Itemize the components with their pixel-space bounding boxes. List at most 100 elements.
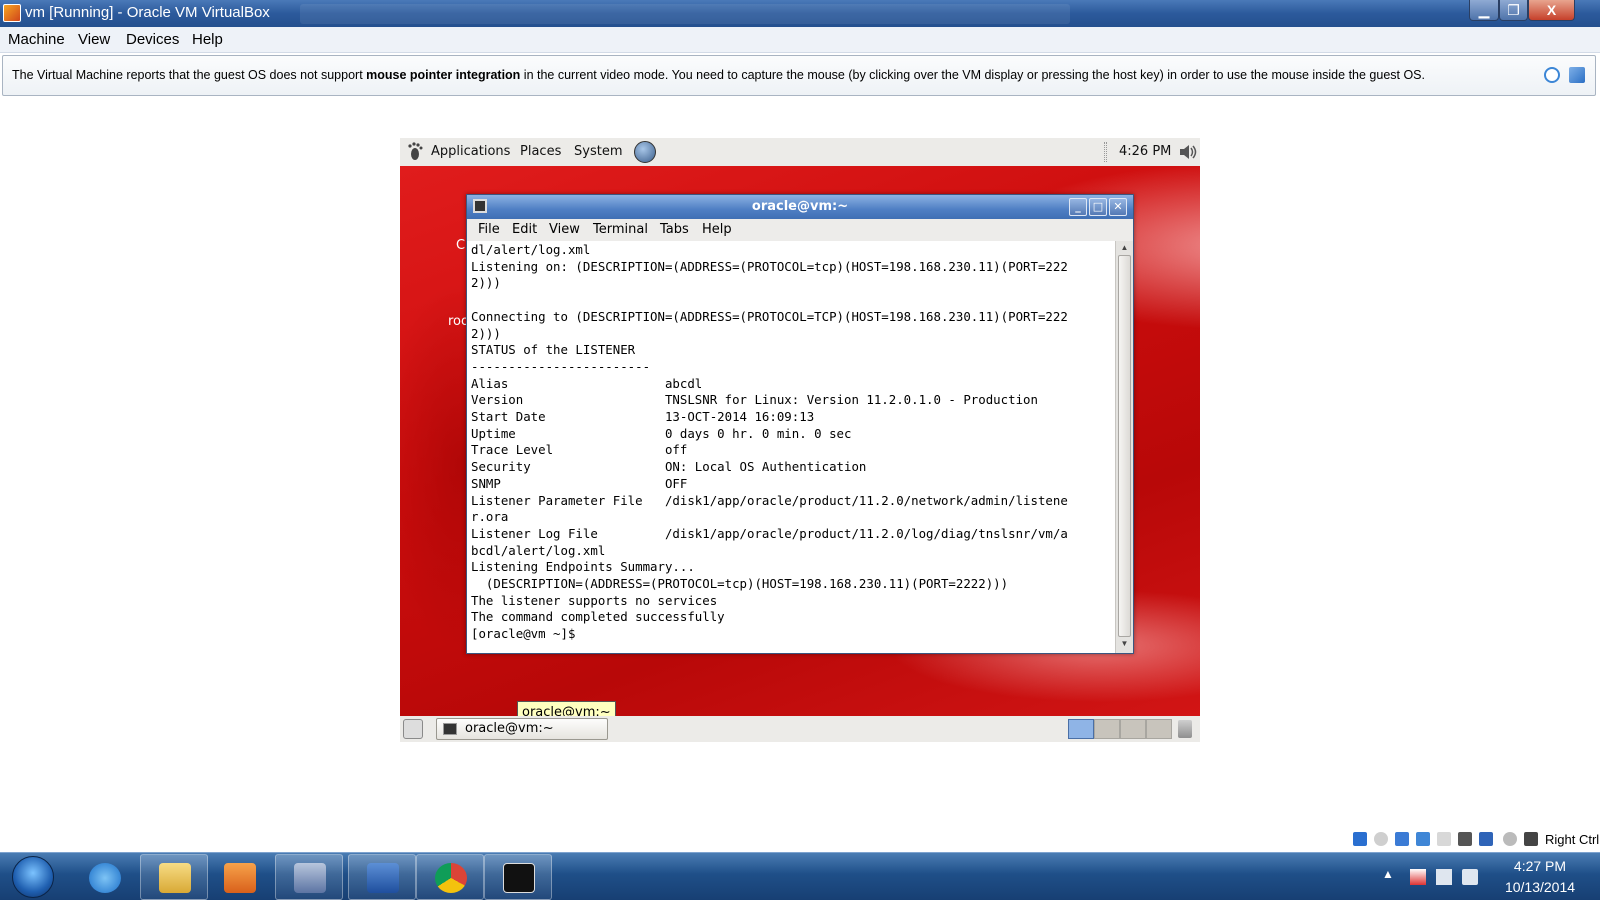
shared-folders-icon[interactable] [1437, 832, 1451, 846]
usb-icon[interactable] [1395, 832, 1409, 846]
minimize-button[interactable]: ▁ [1469, 0, 1499, 21]
panel-clock[interactable]: 4:26 PM [1119, 144, 1171, 159]
desktop-icon-label[interactable]: C [456, 238, 465, 253]
start-button[interactable] [12, 856, 54, 898]
optical-drive-icon[interactable] [1374, 832, 1388, 846]
terminal-title: oracle@vm:~ [751, 199, 849, 214]
volume-tray-icon[interactable] [1462, 869, 1478, 885]
terminal-line: Start Date 13-OCT-2014 16:09:13 [471, 409, 815, 425]
network-icon[interactable] [634, 141, 656, 163]
system-tray: ▲ 4:27 PM 10/13/2014 [1370, 853, 1600, 900]
menu-machine[interactable]: Machine [8, 31, 65, 48]
tray-date[interactable]: 10/13/2014 [1490, 879, 1590, 895]
host-menu-bar: Machine View Devices Help [0, 27, 1600, 53]
task-button-terminal[interactable]: oracle@vm:~ [436, 718, 608, 740]
terminal-maximize-icon[interactable]: □ [1089, 198, 1107, 216]
terminal-minimize-icon[interactable]: _ [1069, 198, 1087, 216]
panel-menu-system[interactable]: System [574, 144, 622, 159]
host-title-bar[interactable]: vm [Running] - Oracle VM VirtualBox ▁ ❐ … [0, 0, 1600, 27]
terminal-menu-help[interactable]: Help [702, 222, 732, 237]
mouse-integration-icon[interactable] [1503, 832, 1517, 846]
virtualbox-app-icon [3, 4, 21, 22]
mouse-integration-notification: The Virtual Machine reports that the gue… [2, 55, 1596, 96]
restore-button[interactable]: ❐ [1499, 0, 1528, 21]
virtualization-icon[interactable] [1479, 832, 1493, 846]
terminal-line: Alias abcdl [471, 375, 703, 391]
taskbar-internet-explorer[interactable] [70, 854, 138, 900]
workspace-1[interactable] [1068, 719, 1094, 739]
terminal-window[interactable]: oracle@vm:~ _ □ ✕ File Edit View Termina… [466, 194, 1134, 654]
terminal-line: The listener supports no services [471, 592, 718, 608]
terminal-scrollbar[interactable]: ▲ ▼ [1115, 241, 1133, 653]
show-desktop-icon[interactable] [403, 719, 423, 739]
terminal-line: dl/alert/log.xml [471, 242, 591, 257]
terminal-line: The command completed successfully [471, 609, 725, 625]
workspace-3[interactable] [1120, 719, 1146, 739]
vm-status-bar: Right Ctrl [1345, 830, 1600, 850]
taskbar-app[interactable] [484, 854, 552, 900]
workspace-4[interactable] [1146, 719, 1172, 739]
terminal-line: Trace Level off [471, 442, 688, 458]
terminal-close-icon[interactable]: ✕ [1109, 198, 1127, 216]
menu-help[interactable]: Help [192, 31, 223, 48]
hard-disk-icon[interactable] [1353, 832, 1367, 846]
volume-icon[interactable] [1178, 142, 1198, 162]
gnome-foot-icon[interactable] [407, 142, 423, 161]
windows-taskbar: ▲ 4:27 PM 10/13/2014 [0, 852, 1600, 900]
host-key-icon[interactable] [1524, 832, 1538, 846]
terminal-line: Uptime 0 days 0 hr. 0 min. 0 sec [471, 425, 852, 441]
terminal-line: 2))) [471, 275, 501, 291]
notification-text-bold: mouse pointer integration [366, 68, 521, 82]
scrollbar-thumb[interactable] [1118, 255, 1131, 637]
panel-menu-applications[interactable]: Applications [431, 144, 510, 159]
menu-view[interactable]: View [78, 31, 110, 48]
show-hidden-icons-icon[interactable]: ▲ [1382, 867, 1398, 883]
terminal-menu-bar: File Edit View Terminal Tabs Help [467, 219, 1133, 241]
terminal-line: [oracle@vm ~]$ [471, 626, 583, 642]
notification-close-icon[interactable] [1544, 67, 1560, 83]
notification-text-before: The Virtual Machine reports that the gue… [12, 68, 367, 82]
scroll-down-icon[interactable]: ▼ [1119, 639, 1130, 650]
close-button[interactable]: X [1528, 0, 1575, 21]
action-center-flag-icon[interactable] [1410, 869, 1426, 885]
terminal-line: bcdl/alert/log.xml [471, 542, 606, 558]
aero-glass-reflection [300, 4, 1070, 24]
scroll-up-icon[interactable]: ▲ [1119, 243, 1130, 254]
guest-desktop[interactable]: C roo oracle@vm:~ _ □ ✕ File Edit View T… [400, 166, 1200, 716]
terminal-menu-edit[interactable]: Edit [512, 222, 537, 237]
network-tray-icon[interactable] [1436, 869, 1452, 885]
terminal-menu-file[interactable]: File [478, 222, 500, 237]
terminal-line: ------------------------ [471, 358, 651, 374]
taskbar-media-player[interactable] [205, 854, 273, 900]
terminal-line: Listener Log File /disk1/app/oracle/prod… [471, 525, 1068, 541]
word-icon [367, 863, 399, 893]
trash-icon[interactable] [1178, 720, 1192, 738]
workspace-2[interactable] [1094, 719, 1120, 739]
terminal-output[interactable]: dl/alert/log.xml Listening on: (DESCRIPTI… [467, 241, 1115, 653]
terminal-line: (DESCRIPTION=(ADDRESS=(PROTOCOL=tcp)(HOS… [471, 576, 1009, 592]
terminal-line: Listener Parameter File /disk1/app/oracl… [471, 492, 1068, 508]
terminal-menu-terminal[interactable]: Terminal [593, 222, 648, 237]
notification-text-after: in the current video mode. You need to c… [520, 68, 1425, 82]
vm-display[interactable]: Applications Places System 4:26 PM C roo… [400, 138, 1200, 742]
gnome-bottom-panel: oracle@vm:~ [400, 716, 1200, 742]
network-adapter-icon[interactable] [1416, 832, 1430, 846]
terminal-line: SNMP OFF [471, 475, 688, 491]
taskbar-chrome[interactable] [416, 854, 484, 900]
tray-time[interactable]: 4:27 PM [1490, 858, 1590, 874]
menu-devices[interactable]: Devices [126, 31, 179, 48]
media-player-icon [224, 863, 256, 893]
terminal-title-bar[interactable]: oracle@vm:~ _ □ ✕ [467, 195, 1133, 219]
terminal-line: Version TNSLSNR for Linux: Version 11.2.… [471, 392, 1038, 408]
taskbar-file-explorer[interactable] [140, 854, 208, 900]
terminal-line: r.ora [471, 509, 509, 525]
notification-disable-icon[interactable] [1569, 67, 1585, 83]
taskbar-virtualbox[interactable] [275, 854, 343, 900]
task-button-label: oracle@vm:~ [465, 721, 554, 736]
taskbar-word[interactable] [348, 854, 416, 900]
terminal-menu-view[interactable]: View [549, 222, 580, 237]
video-capture-icon[interactable] [1458, 832, 1472, 846]
panel-menu-places[interactable]: Places [520, 144, 561, 159]
terminal-menu-tabs[interactable]: Tabs [660, 222, 689, 237]
terminal-line: Listening Endpoints Summary... [471, 559, 695, 575]
